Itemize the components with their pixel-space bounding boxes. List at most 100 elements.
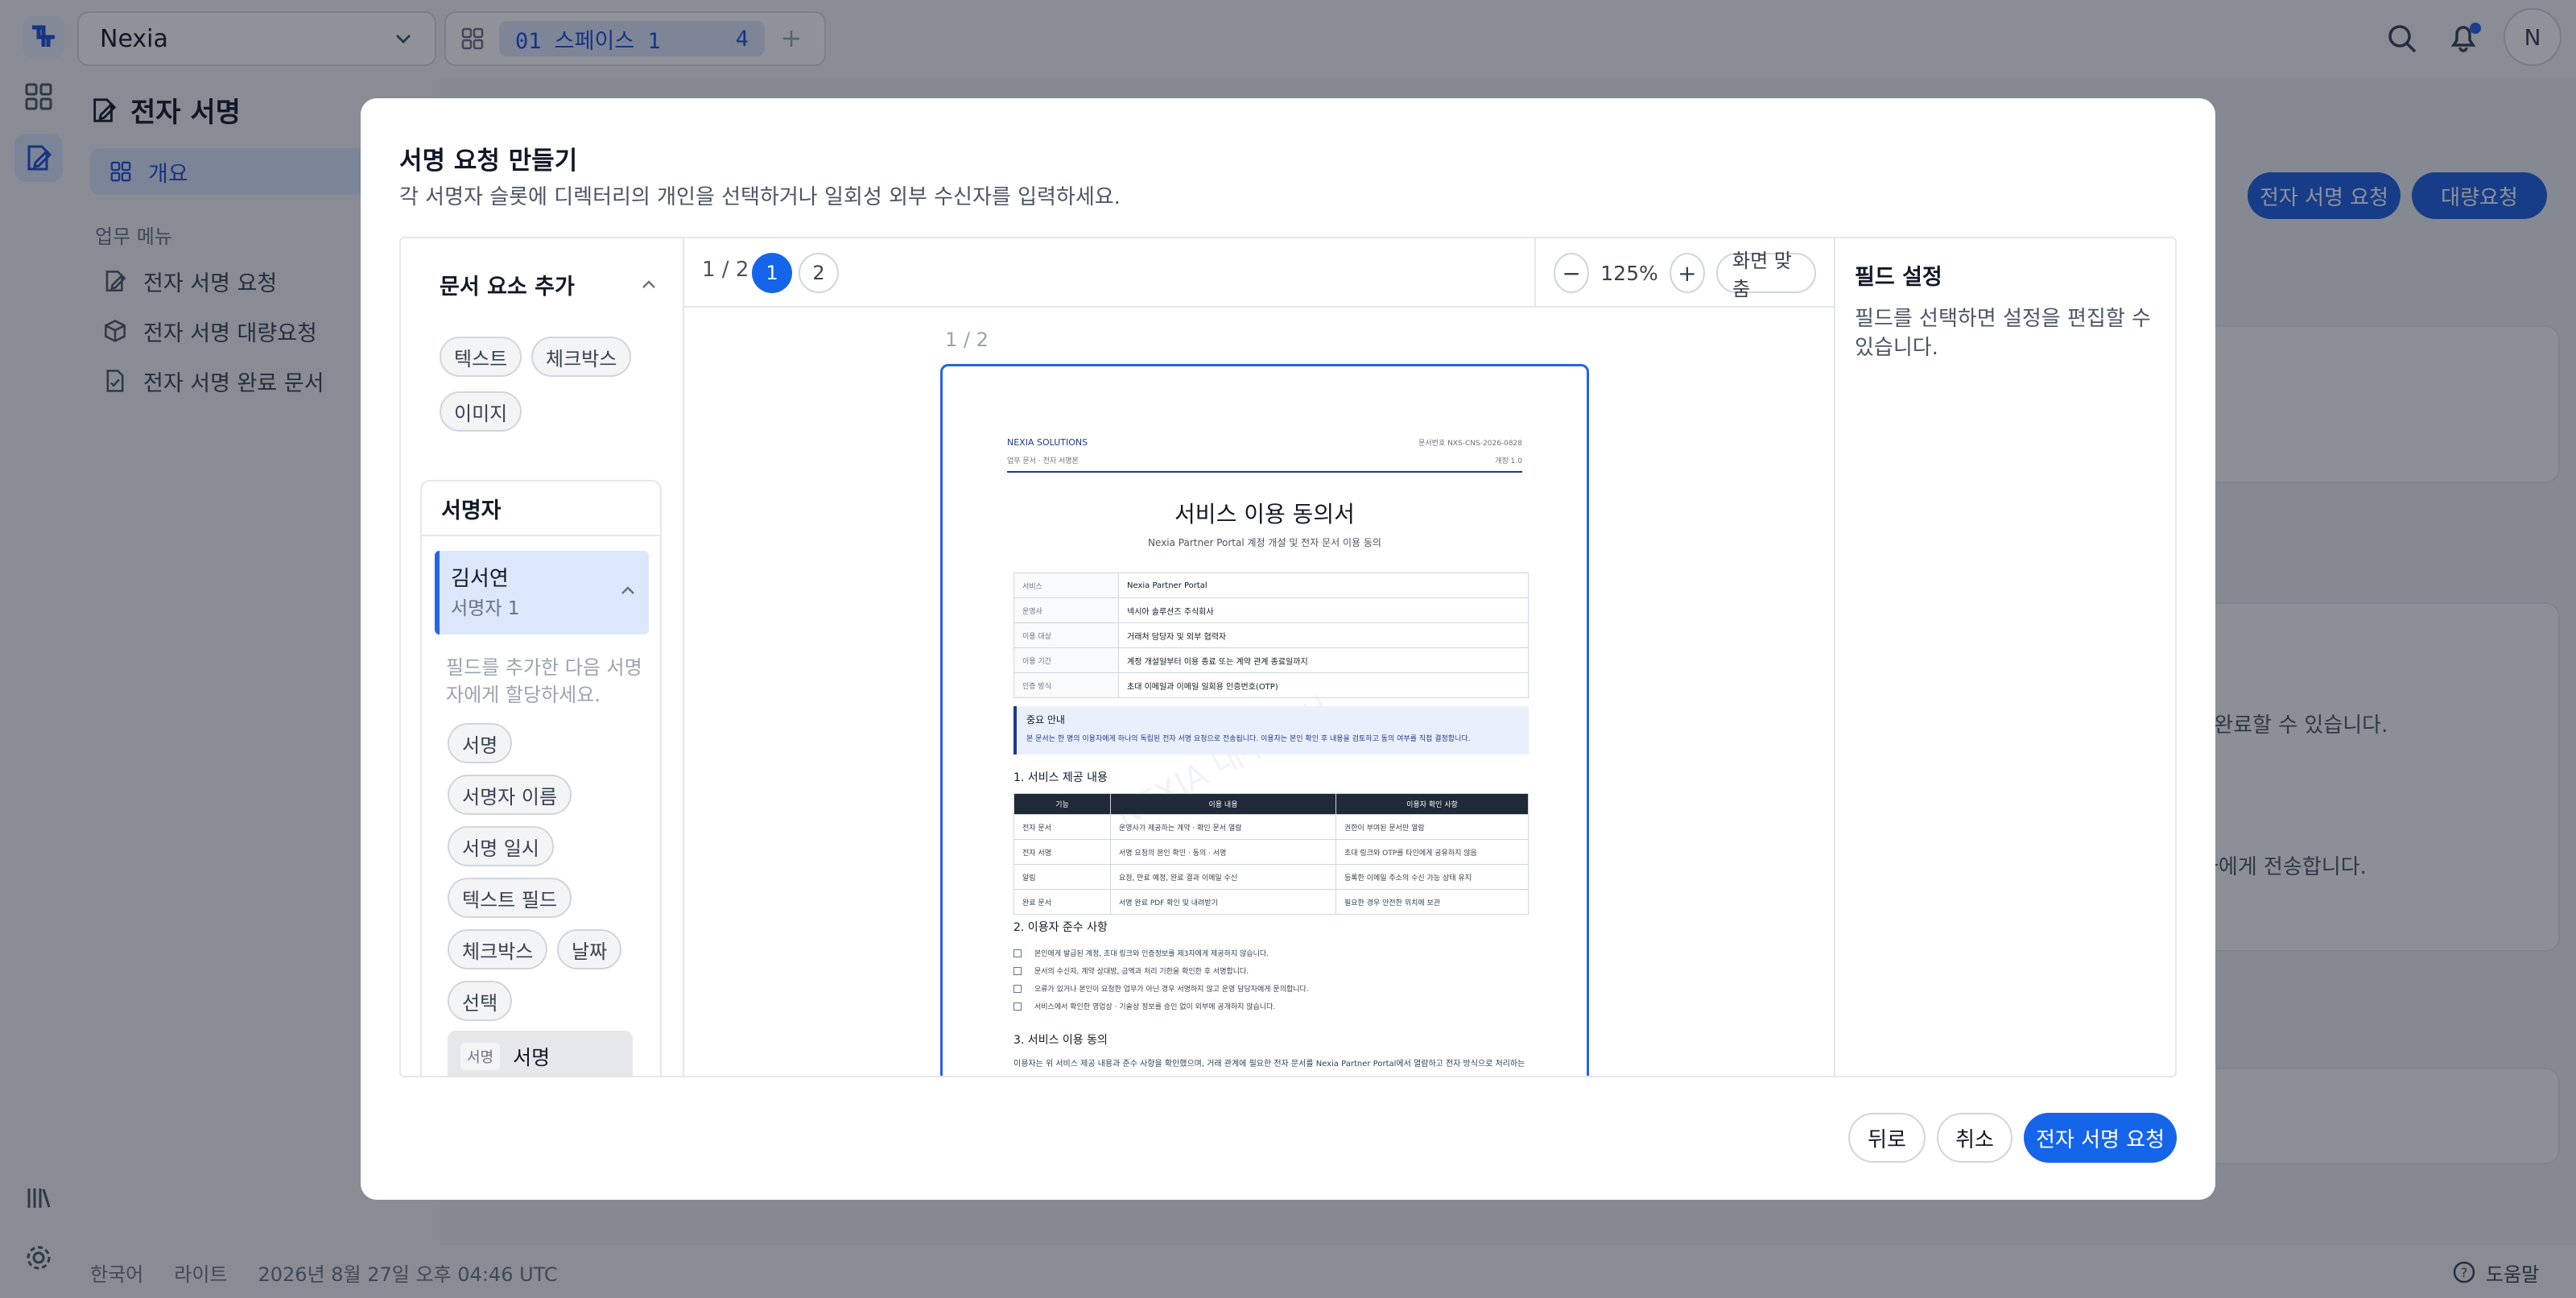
doc-subtitle: Nexia Partner Portal 계정 개설 및 전자 문서 이용 동의 xyxy=(1148,537,1381,548)
zoom-level: 125% xyxy=(1600,261,1658,285)
checklist-item: 오류가 있거나 본인이 요청한 업무가 아닌 경우 서명하지 않고 운영 담당자… xyxy=(1013,983,1309,994)
table-cell: 서명 요청의 본인 확인 · 동의 · 서명 xyxy=(1110,839,1336,865)
table-cell: 권한이 부여된 문서만 열람 xyxy=(1335,814,1529,840)
signer-card[interactable]: 김서연 서명자 1 xyxy=(435,551,649,635)
fit-to-screen-button[interactable]: 화면 맞춤 xyxy=(1716,250,1816,300)
field-text[interactable]: 텍스트 필드 xyxy=(448,878,572,918)
doc-section-heading: 2. 이용자 준수 사항 xyxy=(1013,921,1108,934)
table-cell: 전자 문서 xyxy=(1013,814,1111,840)
field-signature[interactable]: 서명 xyxy=(448,723,513,763)
doc-number: 문서번호 NXS-CNS-2026-0828 xyxy=(1418,440,1522,448)
table-row: 서비스 Nexia Partner Portal xyxy=(1013,573,1529,598)
chevron-up-icon xyxy=(621,586,634,594)
checklist-item: 서비스에서 확인한 영업상 · 기술상 정보를 승인 없이 외부에 공개하지 않… xyxy=(1013,1001,1275,1011)
document-viewer: 1 / 2 1 2 − 125% + 화면 맞춤 1 / 2 NEXIA SOL… xyxy=(684,238,1834,1076)
checklist-item: 본인에게 발급된 계정, 초대 링크와 인증정보를 제3자에게 제공하지 않습니… xyxy=(1013,948,1269,958)
field-date[interactable]: 날짜 xyxy=(557,929,622,969)
doc-header-rule xyxy=(1007,471,1522,473)
placed-field-item[interactable]: 서명 서명 xyxy=(448,1031,633,1076)
editor-frame: 문서 요소 추가 텍스트 체크박스 이미지 서명자 김서연 서명자 1 필드를 … xyxy=(399,237,2177,1077)
info-value: Nexia Partner Portal xyxy=(1118,573,1529,598)
doc-paragraph: 이용자는 위 서비스 제공 내용과 준수 사항을 확인했으며, 거래 관계에 필… xyxy=(1013,1060,1525,1069)
table-cell: 전자 서명 xyxy=(1013,839,1111,865)
doc-brand: NEXIA SOLUTIONS xyxy=(1007,437,1088,448)
table-cell: 초대 링크와 OTP를 타인에게 공유하지 않음 xyxy=(1335,839,1529,865)
field-settings-panel: 필드 설정 필드를 선택하면 설정을 편집할 수 있습니다. xyxy=(1834,238,2175,1076)
back-button[interactable]: 뒤로 xyxy=(1848,1113,1926,1163)
table-row: 알림 요청, 만료 예정, 완료 결과 이메일 수신 등록한 이메일 주소의 수신 … xyxy=(1013,864,1529,890)
table-row: 전자 서명 서명 요청의 본인 확인 · 동의 · 서명 초대 링크와 OTP를 타… xyxy=(1013,839,1529,865)
signer-name: 김서연 xyxy=(451,567,509,591)
info-value: 초대 이메일과 이메일 일회용 인증번호(OTP) xyxy=(1118,672,1529,698)
doc-section-heading: 1. 서비스 제공 내용 xyxy=(1013,771,1108,784)
info-key: 인증 방식 xyxy=(1013,672,1119,698)
doc-notice: 중요 안내 본 문서는 한 명의 이용자에게 하나의 독립된 전자 서명 요청으… xyxy=(1013,706,1529,754)
doc-brand-sub: 업무 문서 · 전자 서명본 xyxy=(1007,457,1079,465)
checklist-item: 문서의 수신자, 계약 상대방, 금액과 처리 기한을 확인한 후 서명합니다. xyxy=(1013,965,1249,976)
left-panel: 문서 요소 추가 텍스트 체크박스 이미지 서명자 김서연 서명자 1 필드를 … xyxy=(401,238,684,1076)
cancel-button[interactable]: 취소 xyxy=(1937,1113,2013,1163)
field-signer-name[interactable]: 서명자 이름 xyxy=(448,775,572,815)
zoom-in-button[interactable]: + xyxy=(1669,253,1706,293)
table-row: 전자 문서 운영사가 제공하는 계약 · 확인 문서 열람 권한이 부여된 문서만 … xyxy=(1013,814,1529,840)
page-caption: 1 / 2 xyxy=(945,329,989,351)
notice-body: 본 문서는 한 명의 이용자에게 하나의 독립된 전자 서명 요청으로 전송됩니… xyxy=(1026,735,1471,743)
checkbox-square xyxy=(1013,1002,1022,1011)
field-settings-title: 필드 설정 xyxy=(1855,265,1942,290)
field-checkbox[interactable]: 체크박스 xyxy=(448,929,548,969)
checkbox-square xyxy=(1013,949,1022,957)
signers-title: 서명자 xyxy=(422,482,660,536)
dialog-description: 각 서명자 슬롯에 디렉터리의 개인을 선택하거나 일회성 외부 수신자를 입력… xyxy=(399,185,1121,209)
add-text-element[interactable]: 텍스트 xyxy=(440,337,522,377)
column-header: 이용자 확인 사항 xyxy=(1335,793,1529,815)
checkbox-square xyxy=(1013,966,1022,975)
table-cell: 등록한 이메일 주소의 수신 가능 상태 유지 xyxy=(1335,864,1529,890)
chevron-up-icon xyxy=(642,279,655,288)
checkbox-square xyxy=(1013,984,1022,993)
signer-hint: 필드를 추가한 다음 서명자에게 할당하세요. xyxy=(446,656,642,706)
checklist-text: 오류가 있거나 본인이 요청한 업무가 아닌 경우 서명하지 않고 운영 담당자… xyxy=(1034,986,1309,994)
document-page[interactable]: NEXIA SOLUTIONS 업무 문서 · 전자 서명본 문서번호 NXS-… xyxy=(940,364,1589,1076)
table-row: 이용 기간 계정 개설일부터 이용 종료 또는 계약 관계 종료일까지 xyxy=(1013,647,1529,673)
add-elements-header[interactable]: 문서 요소 추가 xyxy=(440,269,658,300)
column-header: 이용 내용 xyxy=(1110,793,1336,815)
doc-section-heading: 3. 서비스 이용 동의 xyxy=(1013,1034,1108,1047)
zoom-out-button[interactable]: − xyxy=(1554,253,1590,293)
page-button-1[interactable]: 1 xyxy=(752,253,792,293)
signers-panel: 서명자 김서연 서명자 1 필드를 추가한 다음 서명자에게 할당하세요. 서명… xyxy=(420,480,662,1076)
checklist-text: 문서의 수신자, 계약 상대방, 금액과 처리 기한을 확인한 후 서명합니다. xyxy=(1034,968,1249,976)
submit-esign-request-button[interactable]: 전자 서명 요청 xyxy=(2024,1113,2177,1163)
info-value: 거래처 담당자 및 외부 협력자 xyxy=(1118,622,1529,648)
signer-role: 서명자 1 xyxy=(451,598,520,619)
add-image-element[interactable]: 이미지 xyxy=(440,391,522,432)
info-key: 이용 대상 xyxy=(1013,622,1119,648)
table-row: 운영사 넥시아 솔루션즈 주식회사 xyxy=(1013,597,1529,623)
table-cell: 알림 xyxy=(1013,864,1111,890)
table-cell: 운영사가 제공하는 계약 · 확인 문서 열람 xyxy=(1110,814,1336,840)
placed-field-tag: 서명 xyxy=(460,1043,501,1070)
zoom-controls: − 125% + 화면 맞춤 xyxy=(1534,238,1834,308)
page-button-2[interactable]: 2 xyxy=(799,253,839,293)
doc-service-table: 기능 이용 내용 이용자 확인 사항 전자 문서 운영사가 제공하는 계약 · 확… xyxy=(1013,793,1529,915)
field-settings-description: 필드를 선택하면 설정을 편집할 수 있습니다. xyxy=(1855,307,2151,360)
table-header-row: 기능 이용 내용 이용자 확인 사항 xyxy=(1013,793,1529,815)
doc-version: 개정 1.0 xyxy=(1495,457,1522,465)
notice-title: 중요 안내 xyxy=(1026,714,1065,725)
placed-field-label: 서명 xyxy=(513,1046,551,1069)
info-key: 서비스 xyxy=(1013,573,1119,598)
table-cell: 서명 완료 PDF 확인 및 내려받기 xyxy=(1110,889,1336,915)
info-key: 이용 기간 xyxy=(1013,647,1119,673)
add-checkbox-element[interactable]: 체크박스 xyxy=(531,337,632,377)
table-row: 이용 대상 거래처 담당자 및 외부 협력자 xyxy=(1013,622,1529,648)
field-select[interactable]: 선택 xyxy=(448,981,513,1021)
checklist-text: 서비스에서 확인한 영업상 · 기술상 정보를 승인 없이 외부에 공개하지 않… xyxy=(1034,1003,1276,1011)
table-cell: 필요한 경우 안전한 위치에 보관 xyxy=(1335,889,1529,915)
doc-title: 서비스 이용 동의서 xyxy=(1174,501,1355,527)
table-cell: 요청, 만료 예정, 완료 결과 이메일 수신 xyxy=(1110,864,1336,890)
dialog-title: 서명 요청 만들기 xyxy=(399,147,578,176)
field-signed-at[interactable]: 서명 일시 xyxy=(448,826,554,866)
checklist-text: 본인에게 발급된 계정, 초대 링크와 인증정보를 제3자에게 제공하지 않습니… xyxy=(1034,950,1269,958)
doc-info-table: 서비스 Nexia Partner Portal 운영사 넥시아 솔루션즈 주식회사… xyxy=(1013,573,1529,698)
table-cell: 완료 문서 xyxy=(1013,889,1111,915)
table-row: 인증 방식 초대 이메일과 이메일 일회용 인증번호(OTP) xyxy=(1013,672,1529,698)
